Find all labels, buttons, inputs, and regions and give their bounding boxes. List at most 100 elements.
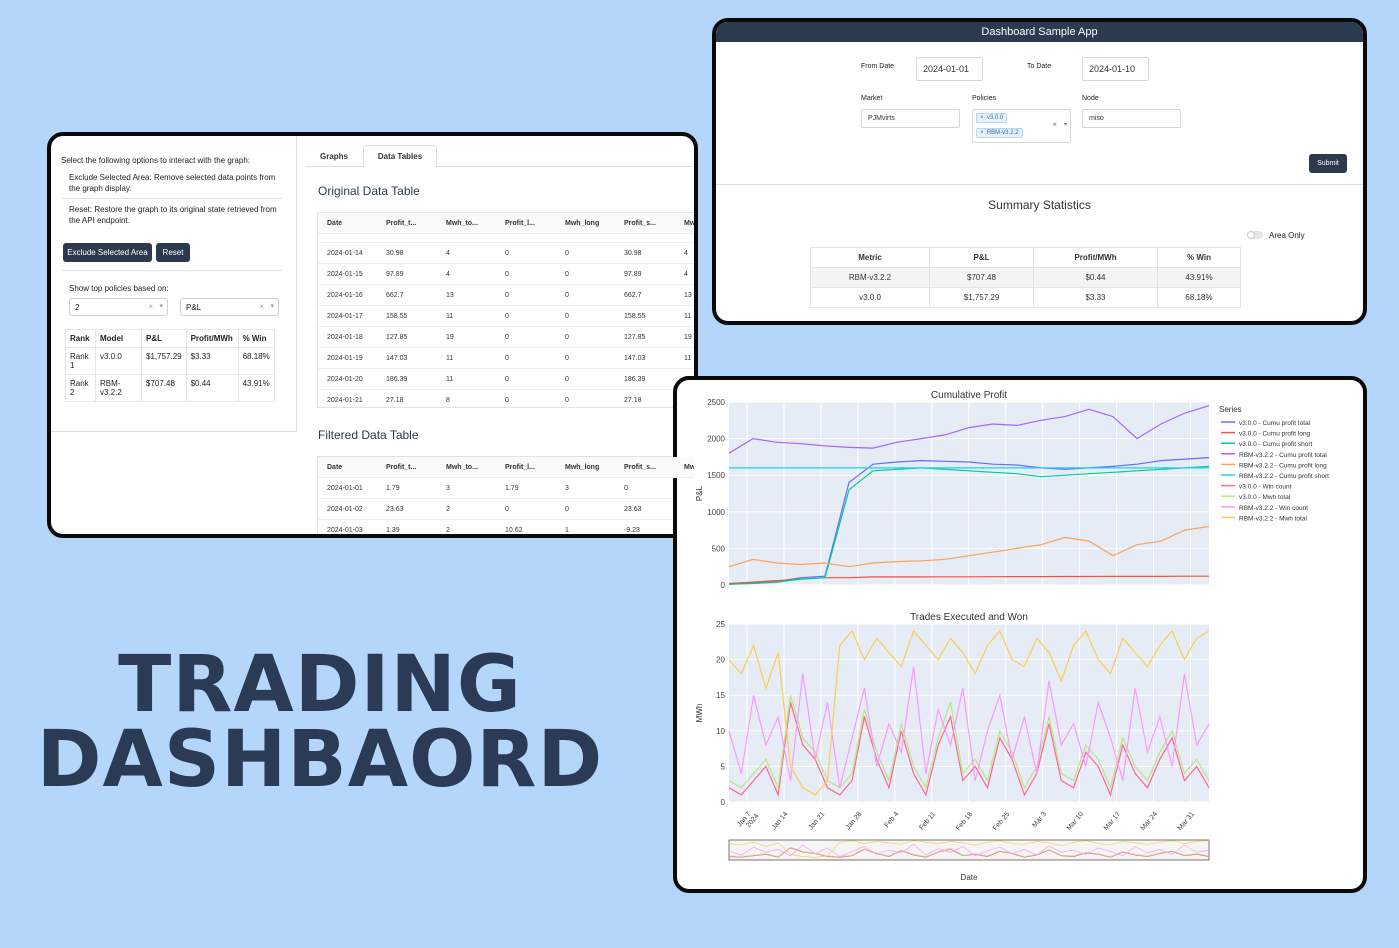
y-axis-label: MWh: [695, 704, 704, 723]
tab-bar: Graphs Data Tables: [305, 145, 694, 168]
table-cell: 11: [446, 313, 454, 320]
node-label: Node: [1082, 95, 1099, 102]
market-label: Market: [861, 95, 883, 102]
from-date-input[interactable]: 2024-01-01: [916, 57, 983, 81]
table-cell: 186.39: [624, 376, 646, 383]
table-row: 2024-01-17 158.55 11 0 0 158.55 11: [318, 306, 694, 327]
table-cell: 127.85: [624, 334, 646, 341]
column-header: Profit_s...: [624, 220, 656, 227]
table-row: 2024-01-03 1.39 2 10.62 1 -9.23: [318, 520, 694, 534]
summary-title: Summary Statistics: [988, 198, 1091, 212]
to-date-label: To Date: [1027, 63, 1052, 70]
to-date-input[interactable]: 2024-01-10: [1082, 57, 1149, 81]
area-only-toggle[interactable]: [1247, 231, 1263, 239]
y-tick-label: 5: [721, 762, 726, 771]
table-row: Rank 1 v3.0.0 $1,757.29 $3.33 68.18%: [65, 347, 275, 375]
policies-multiselect[interactable]: × v3.0.0 × RBM-v3.2.2 × ▾: [972, 109, 1071, 143]
table-cell: 13: [684, 292, 692, 299]
table-cell: 2024-01-19: [327, 355, 363, 362]
filtered-data-table: Date Profit_t... Mwh_to... Profit_l... Mwh_l…: [317, 456, 694, 534]
table-cell: 13: [446, 292, 454, 299]
table-row: Rank 2 RBM-v3.2.2 $707.48 $0.44 43.91%: [65, 374, 275, 402]
rank-cell: Rank 2: [65, 374, 96, 402]
profit-mwh-cell: $0.44: [1033, 267, 1158, 288]
legend-title: Series: [1219, 405, 1242, 414]
legend-item: RBM-v3.2.2 - Cumu profit long: [1239, 462, 1327, 469]
top-policies-label: Show top policies based on:: [69, 284, 169, 293]
x-tick-label: Mar 10: [1066, 811, 1085, 832]
table-cell: 0: [505, 313, 509, 320]
tab-graphs[interactable]: Graphs: [305, 145, 363, 168]
y-axis-label: P&L: [695, 485, 704, 501]
metric-cell: RBM-v3.2.2: [810, 267, 930, 288]
node-input[interactable]: miso: [1082, 109, 1181, 128]
policy-chip[interactable]: × v3.0.0: [976, 113, 1008, 123]
table-cell: 2024-01-01: [327, 485, 363, 492]
x-tick-label: Mar 17: [1103, 811, 1122, 832]
table-cell: 19: [684, 334, 692, 341]
table-cell: 2024-01-20: [327, 376, 363, 383]
remove-icon[interactable]: ×: [980, 115, 987, 121]
table-cell: 11: [446, 376, 454, 383]
tab-data-tables[interactable]: Data Tables: [363, 145, 437, 168]
from-date-label: From Date: [861, 63, 895, 70]
table-cell: 1.79: [386, 485, 400, 492]
x-tick-label: Feb 11: [918, 811, 937, 832]
table-cell: 0: [505, 334, 509, 341]
table-cell: 4: [684, 271, 688, 278]
top-metric-select[interactable]: P&L × ▾: [180, 298, 279, 316]
table-cell: 97.89: [386, 271, 404, 278]
y-tick-label: 2000: [707, 435, 725, 444]
legend-item: RBM-v3.2.2 - Cumu profit total: [1239, 452, 1327, 459]
clear-icon[interactable]: ×: [259, 302, 264, 311]
submit-button[interactable]: Submit: [1309, 154, 1347, 173]
reset-button[interactable]: Reset: [156, 243, 190, 262]
x-tick-label: Feb 4: [883, 811, 900, 829]
table-cell: 3: [565, 485, 569, 492]
top-metric-value: P&L: [186, 302, 202, 312]
table-cell: 186.39: [386, 376, 408, 383]
clear-icon[interactable]: ×: [1052, 120, 1057, 129]
table-row: 2024-01-18 127.85 19 0 0 127.85 19: [318, 327, 694, 348]
table-cell: 4: [684, 250, 688, 257]
legend-item: v3.0.0 - Cumu profit long: [1239, 431, 1311, 438]
table-cell: 1.79: [505, 485, 519, 492]
win-cell: 43.91%: [237, 374, 275, 402]
table-cell: 147.03: [624, 355, 646, 362]
remove-icon[interactable]: ×: [980, 130, 987, 136]
chevron-down-icon[interactable]: ▾: [1064, 121, 1067, 128]
table-cell: 10.62: [505, 527, 523, 534]
win-cell: 68.18%: [1157, 287, 1241, 308]
exclude-help-text: Exclude Selected Area: Remove selected d…: [69, 173, 276, 193]
clear-icon[interactable]: ×: [148, 302, 153, 311]
column-header: Mwh_to...: [446, 220, 478, 227]
metric-cell: v3.0.0: [810, 287, 930, 308]
table-cell: 2: [446, 527, 450, 534]
market-input[interactable]: PJMvirts: [861, 109, 960, 128]
chevron-down-icon[interactable]: ▾: [270, 302, 274, 310]
legend-item: RBM-v3.2.2 - Cumu profit short: [1239, 473, 1329, 480]
divider: [716, 184, 1363, 185]
chevron-down-icon[interactable]: ▾: [159, 302, 163, 310]
top-count-select[interactable]: 2 × ▾: [69, 298, 168, 316]
pnl-cell: $1,757.29: [929, 287, 1034, 308]
table-cell: 19: [446, 334, 454, 341]
profit-mwh-cell: $3.33: [1033, 287, 1158, 308]
policies-label: Policies: [972, 95, 997, 102]
table-cell: 0: [505, 292, 509, 299]
table-cell: 0: [565, 334, 569, 341]
exclude-selected-area-button[interactable]: Exclude Selected Area: [63, 243, 152, 262]
table-cell: 0: [565, 355, 569, 362]
pnl-cell: $707.48: [929, 267, 1034, 288]
policy-chip[interactable]: × RBM-v3.2.2: [976, 128, 1023, 138]
charts-svg[interactable]: 0 500 1000 1500 2000 2500 Cumulative Profit P&L…: [677, 380, 1363, 889]
rank-table: Rank Model P&L Profit/MWh % Win Rank 1 v…: [65, 329, 275, 402]
y-tick-label: 0: [721, 798, 726, 807]
table-cell: 23.63: [386, 506, 404, 513]
table-cell: 0: [565, 292, 569, 299]
table-cell: 30.98: [386, 250, 404, 257]
table-cell: 0: [565, 250, 569, 257]
table-row: 2024-01-16 662.7 13 0 0 662.7 13: [318, 285, 694, 306]
table-row: v3.0.0 $1,757.29 $3.33 68.18%: [810, 287, 1241, 308]
table-cell: 2024-01-17: [327, 313, 363, 320]
